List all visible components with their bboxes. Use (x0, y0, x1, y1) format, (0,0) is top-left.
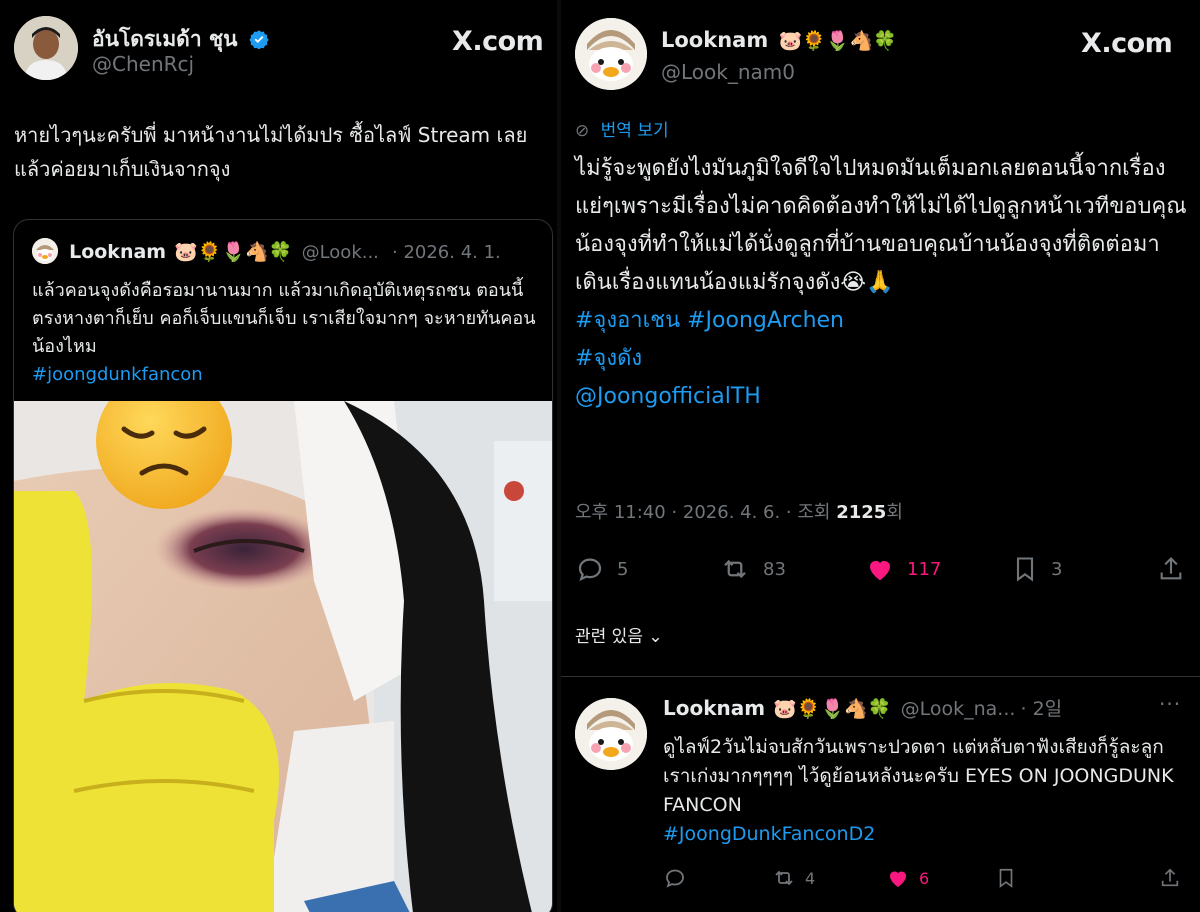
reply-repost-button[interactable]: 4 (771, 866, 815, 890)
translate-link[interactable]: ⊘ 번역 보기 (575, 116, 669, 141)
right-post-panel: Looknam 🐷🌻🌷🐴🍀 @Look_nam0 X.com ⊘ 번역 보기 ไ… (557, 0, 1200, 912)
reply-text-block: ดูไลฟ์2วันไม่จบสักวันเพราะปวดตา แต่หลับต… (663, 733, 1183, 849)
like-button[interactable]: 117 (865, 554, 941, 584)
looknam-avatar-small (32, 238, 58, 264)
quote-display-name: Looknam (69, 241, 167, 263)
repost-icon (775, 870, 793, 886)
quote-text-block: แล้วคอนจุงดังคือรอมานานมาก แล้วมาเกิดอุบ… (32, 277, 542, 389)
reply-icon (578, 558, 602, 582)
display-name-text: อันโดรเมด้า ชุน (92, 27, 238, 51)
heart-filled-icon (890, 871, 906, 887)
chen-handle[interactable]: @ChenRcj (92, 52, 194, 76)
reply-icon (666, 869, 684, 888)
looknam-handle[interactable]: @Look_nam0 (661, 60, 795, 84)
quote-name-emojis: 🐷🌻🌷🐴🍀 (174, 241, 293, 263)
repost-icon (724, 559, 746, 579)
reply-handle[interactable]: @Look_na... (901, 698, 1016, 720)
repost-button[interactable]: 83 (719, 554, 786, 584)
share-icon (1161, 868, 1179, 887)
mention-joongofficial[interactable]: @JoongofficialTH (575, 378, 1190, 416)
quote-text: แล้วคอนจุงดังคือรอมานานมาก แล้วมาเกิดอุบ… (32, 280, 536, 357)
reply-header: Looknam 🐷🌻🌷🐴🍀 @Look_na... · 2일 (663, 694, 1062, 721)
post-text-block: ไม่รู้จะพูดยังไงมันภูมิใจดีใจไปหมดมันเต็… (575, 150, 1190, 416)
injury-photo-illustration (14, 401, 552, 912)
quote-date: · 2026. 4. 1. (392, 242, 501, 263)
bookmark-icon (999, 868, 1013, 888)
quote-handle: @Look... (301, 242, 379, 263)
translate-label: 번역 보기 (600, 121, 669, 141)
display-name-text: Looknam (661, 28, 769, 52)
verified-badge-icon (249, 30, 269, 49)
share-button[interactable] (1157, 554, 1185, 584)
like-count: 117 (907, 558, 942, 580)
divider (561, 676, 1200, 677)
hashtag-joongdunk[interactable]: #จุงดัง (575, 340, 1190, 378)
post-text: หายไวๆนะครับพี่ มาหน้างานไม่ได้มปร ซื้อไ… (14, 123, 528, 181)
name-emojis: 🐷🌻🌷🐴🍀 (778, 30, 897, 52)
post-meta: 오후 11:40 · 2026. 4. 6. · 조회 2125회 (575, 498, 903, 524)
reply-name-emojis: 🐷🌻🌷🐴🍀 (773, 698, 892, 720)
reply-repost-count: 4 (805, 868, 816, 888)
looknam-avatar[interactable] (575, 18, 647, 90)
view-suffix: 회 (886, 502, 903, 523)
left-post-panel: อันโดรเมด้า ชุน @ChenRcj X.com หายไวๆนะค… (0, 0, 557, 912)
repost-count: 83 (763, 558, 786, 580)
view-count: 2125 (836, 502, 887, 523)
quote-hashtag[interactable]: #joongdunkfancon (32, 361, 542, 389)
looknam-display-name[interactable]: Looknam 🐷🌻🌷🐴🍀 (661, 28, 897, 52)
x-com-logo: X.com (1081, 28, 1173, 59)
reply-text: ดูไลฟ์2วันไม่จบสักวันเพราะปวดตา แต่หลับต… (663, 736, 1174, 816)
timestamp: 오후 11:40 · 2026. 4. 6. · 조회 (575, 502, 831, 523)
bookmark-button[interactable]: 3 (1011, 554, 1062, 584)
hashtag-joongarchen[interactable]: #จุงอาเชน #JoongArchen (575, 302, 1190, 340)
chevron-down-icon: ⌄ (648, 627, 663, 647)
bookmark-icon (1016, 557, 1034, 582)
quote-photo[interactable] (14, 401, 552, 912)
post-text: ไม่รู้จะพูดยังไงมันภูมิใจดีใจไปหมดมันเต็… (575, 156, 1187, 295)
more-options-icon[interactable]: ··· (1159, 692, 1181, 716)
reply-share-button[interactable] (1159, 866, 1181, 890)
heart-filled-icon (870, 560, 890, 581)
related-filter[interactable]: 관련 있음 ⌄ (575, 622, 663, 647)
reply-button[interactable]: 5 (575, 554, 628, 584)
quote-header: Looknam 🐷🌻🌷🐴🍀 @Look... · 2026. 4. 1. (32, 238, 501, 264)
reply-like-button[interactable]: 6 (885, 866, 929, 890)
globe-icon: ⊘ (575, 121, 590, 141)
reply-hashtag[interactable]: #JoongDunkFanconD2 (663, 820, 1183, 849)
reply-like-count: 6 (919, 868, 930, 888)
chen-avatar[interactable] (14, 16, 78, 80)
reply-reply-button[interactable] (663, 866, 699, 890)
bookmark-count: 3 (1051, 558, 1063, 580)
reply-count: 5 (617, 558, 629, 580)
x-com-logo: X.com (452, 26, 544, 57)
reply-bookmark-button[interactable] (995, 866, 1017, 890)
reply-avatar[interactable] (575, 698, 647, 770)
share-icon (1160, 557, 1182, 580)
quoted-post-card[interactable]: Looknam 🐷🌻🌷🐴🍀 @Look... · 2026. 4. 1. แล้… (13, 219, 553, 912)
reply-display-name[interactable]: Looknam (663, 696, 765, 720)
related-label: 관련 있음 (575, 627, 643, 647)
reply-age: · 2일 (1020, 698, 1063, 720)
